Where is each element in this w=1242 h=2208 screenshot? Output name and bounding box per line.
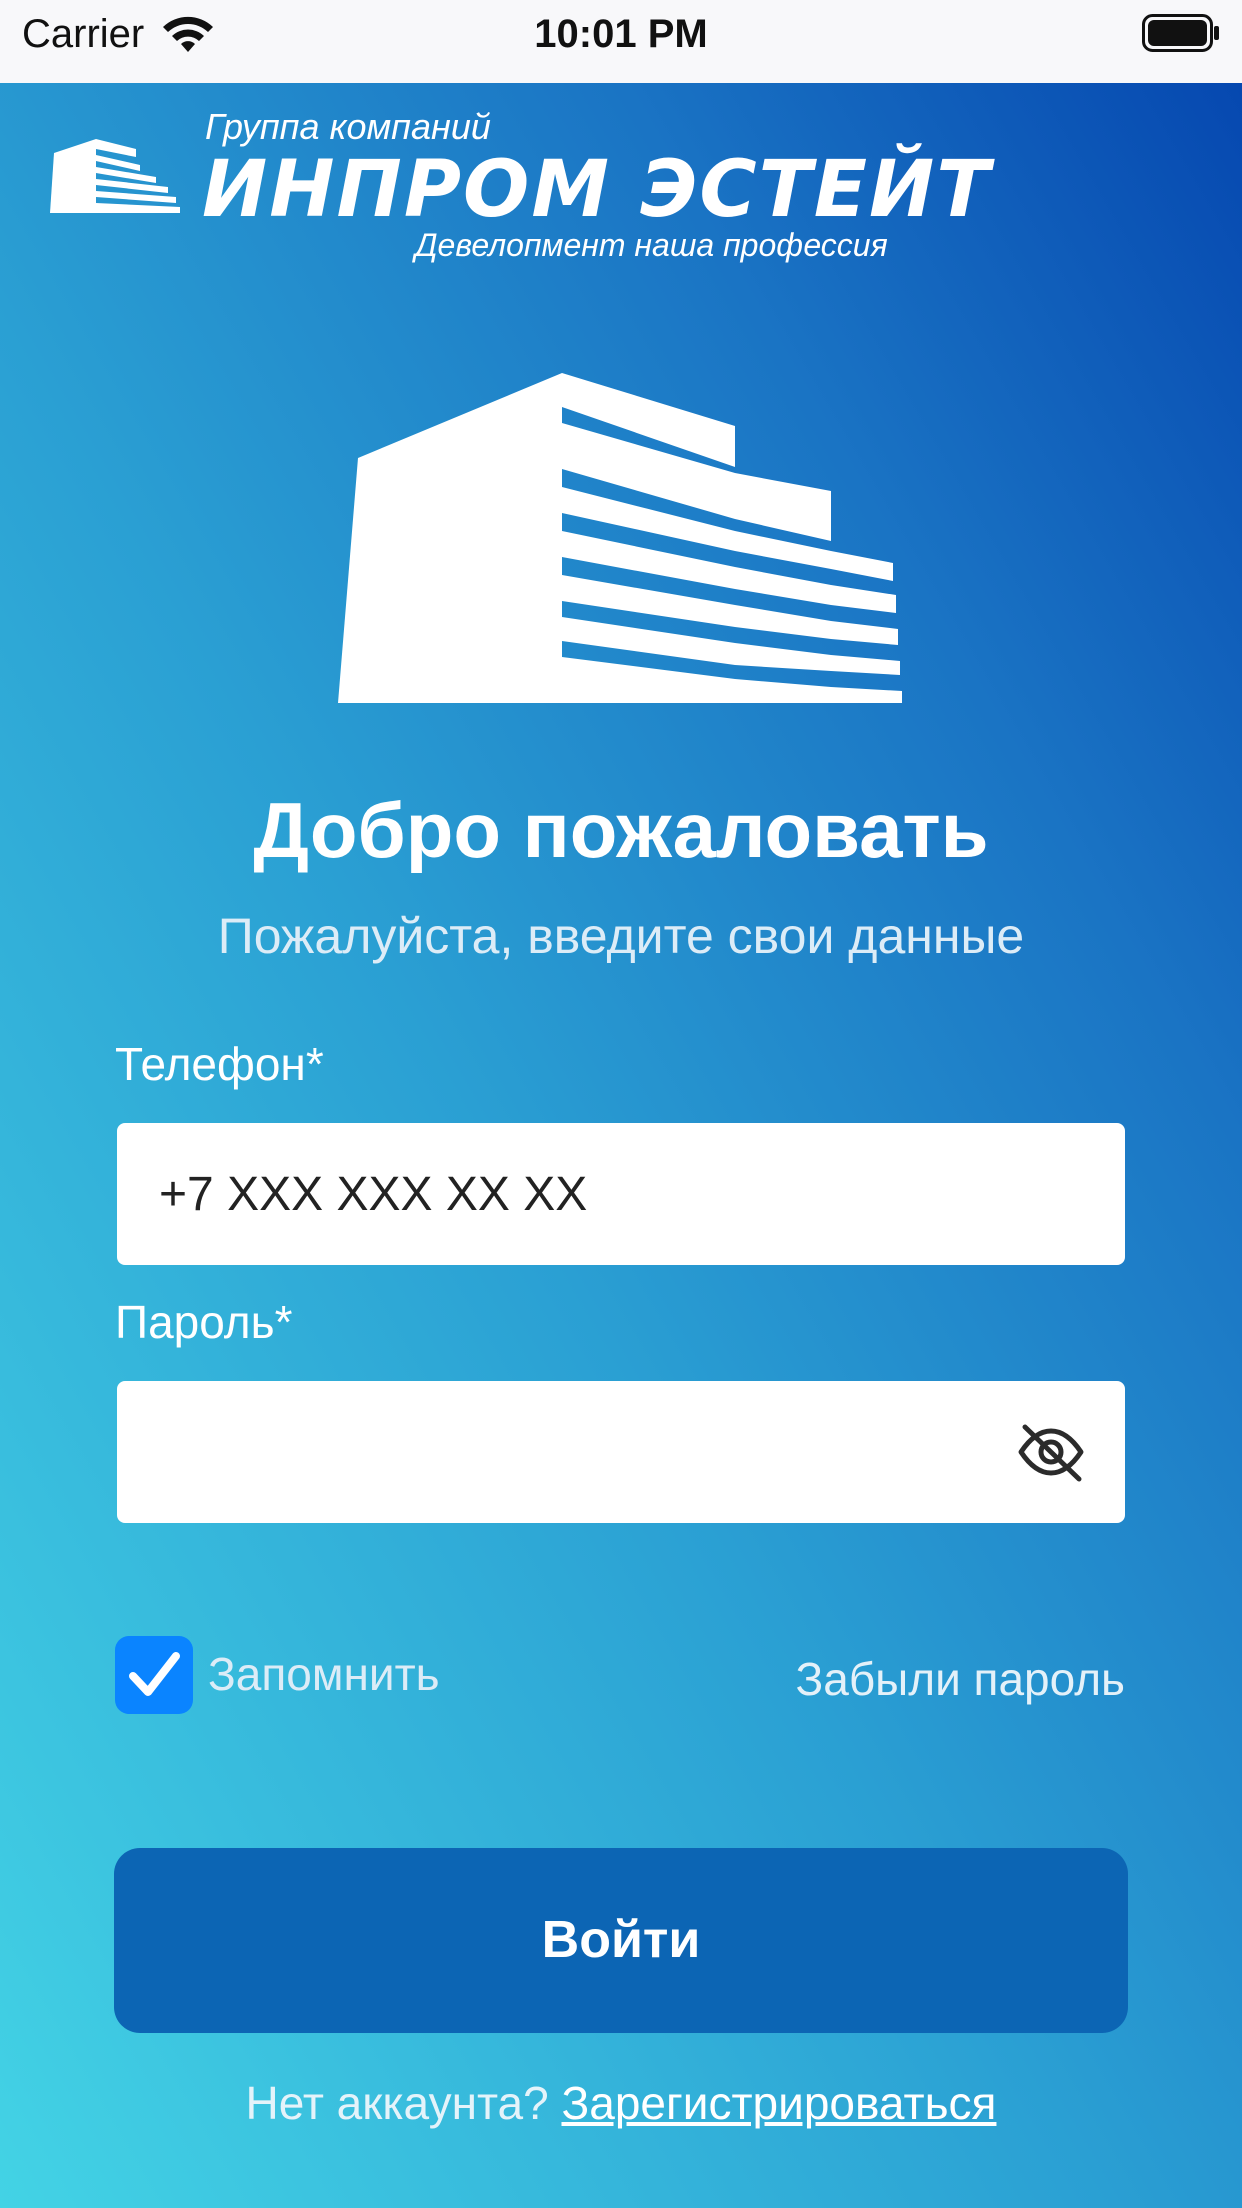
status-bar: Carrier 10:01 PM: [0, 0, 1242, 83]
welcome-title: Добро пожаловать: [253, 786, 989, 874]
building-icon: [338, 373, 902, 703]
logo-company-name: ИНПРОМ ЭСТЕЙТ: [202, 145, 992, 235]
login-button[interactable]: Войти: [114, 1848, 1128, 2033]
forgot-password-link[interactable]: Забыли пароль: [795, 1651, 1125, 1707]
remember-checkbox[interactable]: [115, 1636, 193, 1714]
eye-slash-icon[interactable]: [1015, 1421, 1087, 1483]
password-input[interactable]: [159, 1381, 1039, 1523]
welcome-subtitle: Пожалуйста, введите свои данные: [217, 908, 1025, 964]
password-field[interactable]: [117, 1381, 1125, 1523]
remember-label[interactable]: Запомнить: [208, 1646, 440, 1702]
battery-icon: [1142, 14, 1219, 52]
signup-prompt: Нет аккаунта?: [245, 2077, 562, 2129]
phone-label: Телефон*: [115, 1038, 324, 1090]
logo-slogan: Девелопмент наша профессия: [415, 227, 888, 263]
clock: 10:01 PM: [534, 12, 708, 56]
building-logo-icon: [50, 139, 180, 213]
login-screen: Группа компаний ИНПРОМ ЭСТЕЙТ Девелопмен…: [0, 83, 1242, 2208]
phone-input[interactable]: [159, 1123, 1039, 1265]
signup-link[interactable]: Зарегистрироваться: [561, 2077, 996, 2129]
password-label: Пароль*: [115, 1296, 293, 1348]
phone-field[interactable]: [117, 1123, 1125, 1265]
signup-row: Нет аккаунта? Зарегистрироваться: [0, 2075, 1242, 2131]
checkmark-icon: [129, 1652, 180, 1696]
logo-group-label: Группа компаний: [205, 106, 491, 147]
